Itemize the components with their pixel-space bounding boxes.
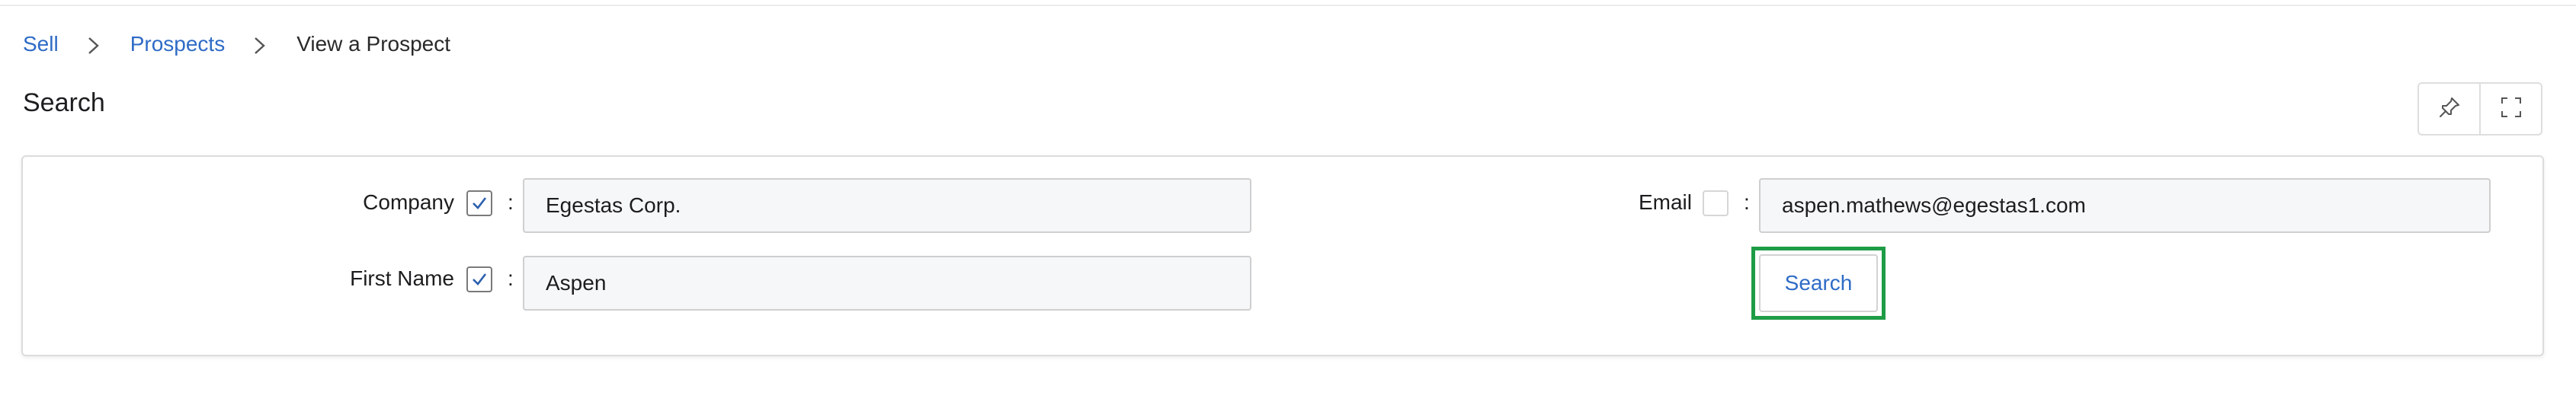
checkmark-icon	[473, 197, 487, 209]
search-button[interactable]: Search	[1759, 254, 1878, 312]
company-checkbox[interactable]	[466, 190, 492, 216]
company-label: Company	[363, 190, 454, 214]
email-checkbox[interactable]	[1703, 190, 1729, 216]
page-title: Search	[23, 88, 105, 117]
chevron-right-icon	[86, 37, 101, 54]
checkmark-icon	[473, 273, 487, 285]
first-name-colon: :	[508, 266, 514, 290]
fullscreen-icon	[2499, 95, 2523, 123]
company-input[interactable]	[523, 178, 1251, 233]
chevron-right-icon	[252, 37, 268, 54]
top-divider	[0, 0, 2576, 6]
breadcrumb-prospects[interactable]: Prospects	[130, 32, 226, 56]
breadcrumb: Sell Prospects View a Prospect	[23, 29, 450, 59]
pin-button[interactable]	[2419, 84, 2479, 134]
panel-tools	[2417, 82, 2542, 136]
breadcrumb-current: View a Prospect	[296, 32, 451, 56]
email-input[interactable]	[1759, 178, 2491, 233]
breadcrumb-sell[interactable]: Sell	[23, 32, 59, 56]
first-name-input[interactable]	[523, 256, 1251, 311]
fullscreen-button[interactable]	[2479, 84, 2541, 134]
company-colon: :	[508, 190, 514, 214]
email-colon: :	[1744, 190, 1750, 214]
first-name-label: First Name	[350, 266, 454, 290]
email-label: Email	[1638, 190, 1692, 214]
pin-icon	[2437, 95, 2462, 123]
first-name-checkbox[interactable]	[466, 266, 492, 292]
